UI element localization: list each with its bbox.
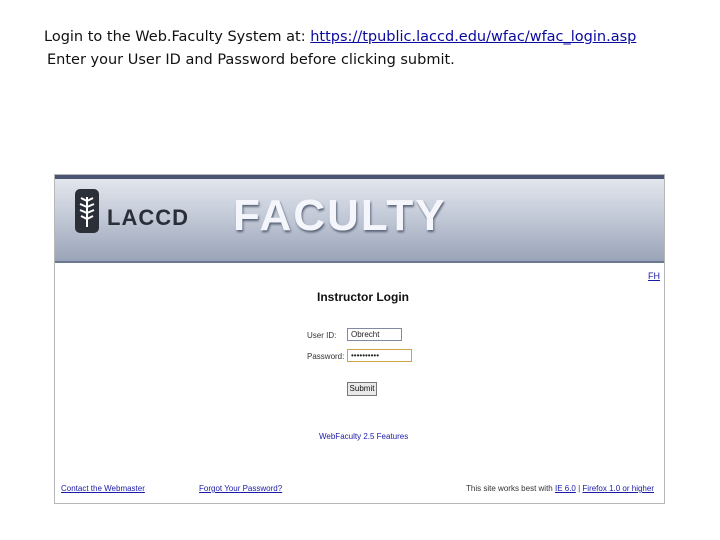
logo-text: LACCD xyxy=(107,205,189,230)
wheat-logo-icon xyxy=(75,189,99,233)
firefox-link[interactable]: Firefox 1.0 or higher xyxy=(582,484,654,493)
forgot-password-link[interactable]: Forgot Your Password? xyxy=(199,484,282,493)
login-url-link[interactable]: https://tpublic.laccd.edu/wfac/wfac_logi… xyxy=(310,29,636,45)
caption-line-1: Login to the Web.Faculty System at: http… xyxy=(44,29,636,45)
login-page-screenshot: LACCD FACULTY FH Instructor Login User I… xyxy=(54,174,665,504)
password-label: Password: xyxy=(307,352,345,361)
ie-link[interactable]: IE 6.0 xyxy=(555,484,576,493)
password-input[interactable]: •••••••••• xyxy=(347,349,412,362)
browser-note: This site works best with IE 6.0 | Firef… xyxy=(466,484,654,493)
contact-webmaster-link[interactable]: Contact the Webmaster xyxy=(61,484,145,493)
user-id-input[interactable]: Obrecht xyxy=(347,328,402,341)
features-link[interactable]: WebFaculty 2.5 Features xyxy=(319,432,408,441)
login-title: Instructor Login xyxy=(317,290,409,304)
caption-line-2: Enter your User ID and Password before c… xyxy=(47,52,455,68)
submit-button[interactable]: Submit xyxy=(347,382,377,396)
caption-prefix: Login to the Web.Faculty System at: xyxy=(44,29,311,45)
browser-note-prefix: This site works best with xyxy=(466,484,555,493)
banner-title: FACULTY xyxy=(233,191,447,240)
header-banner: LACCD FACULTY xyxy=(55,175,664,263)
top-right-link[interactable]: FH xyxy=(648,271,660,281)
user-id-label: User ID: xyxy=(307,331,337,340)
